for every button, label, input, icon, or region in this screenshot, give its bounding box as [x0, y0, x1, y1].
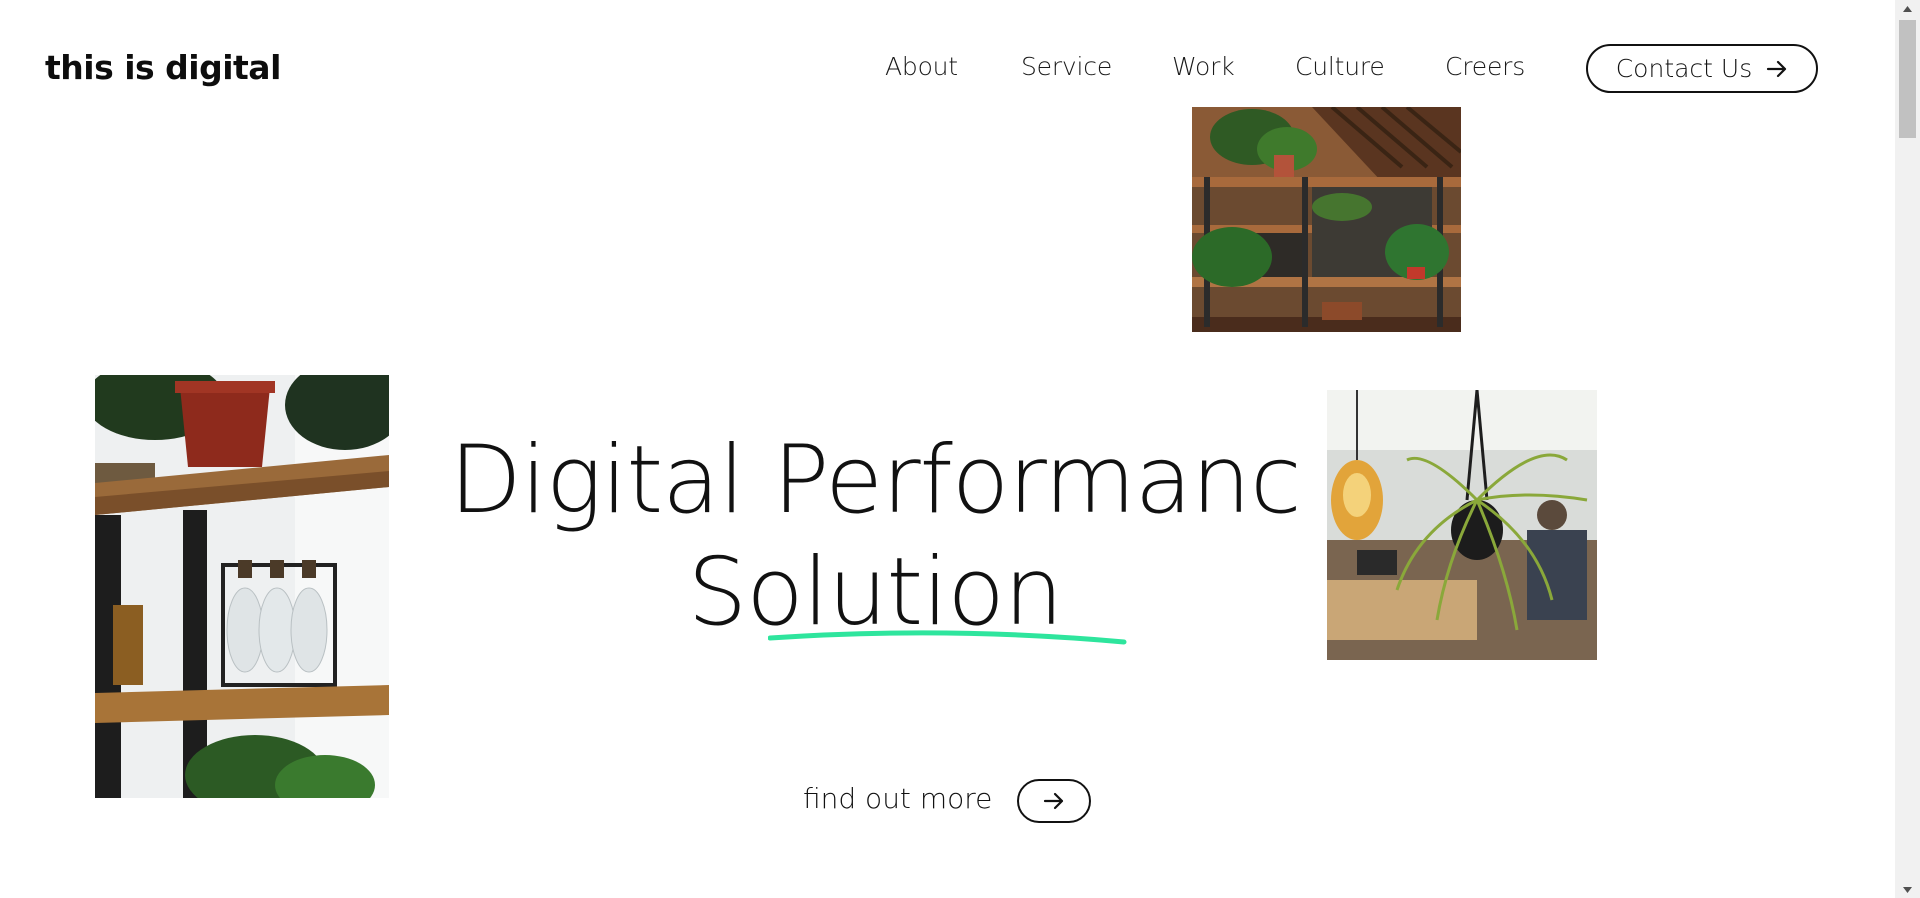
- logo[interactable]: this is digital: [45, 48, 281, 87]
- chevron-down-icon: [1903, 886, 1912, 893]
- find-out-more-button[interactable]: [1017, 779, 1091, 823]
- arrow-right-icon: [1043, 792, 1064, 810]
- nav-item-work[interactable]: Work: [1172, 52, 1235, 81]
- nav-item-service[interactable]: Service: [1021, 52, 1112, 81]
- scroll-down-button[interactable]: [1895, 881, 1920, 898]
- nav-item-about[interactable]: About: [885, 52, 958, 81]
- scrollbar-thumb[interactable]: [1899, 20, 1916, 138]
- contact-us-button[interactable]: Contact Us: [1586, 44, 1818, 93]
- office-shelves-plants-photo: [1192, 107, 1461, 332]
- chevron-up-icon: [1903, 5, 1912, 12]
- vertical-scrollbar[interactable]: [1895, 0, 1920, 898]
- nav-item-careers[interactable]: Creers: [1445, 52, 1525, 81]
- headline-underline: [768, 630, 1127, 645]
- contact-us-label: Contact Us: [1615, 54, 1753, 83]
- arrow-right-icon: [1767, 60, 1787, 77]
- nav-item-culture[interactable]: Culture: [1295, 52, 1385, 81]
- hero-headline-line-1: Digital Performanc: [449, 426, 1301, 535]
- hero-headline: Digital Performanc Solution: [420, 425, 1330, 649]
- shelf-with-pot-and-bottles-photo: [95, 375, 389, 798]
- find-out-more-link[interactable]: find out more: [803, 782, 992, 815]
- scroll-up-button[interactable]: [1895, 0, 1920, 17]
- hanging-plant-and-bulb-photo: [1327, 390, 1597, 660]
